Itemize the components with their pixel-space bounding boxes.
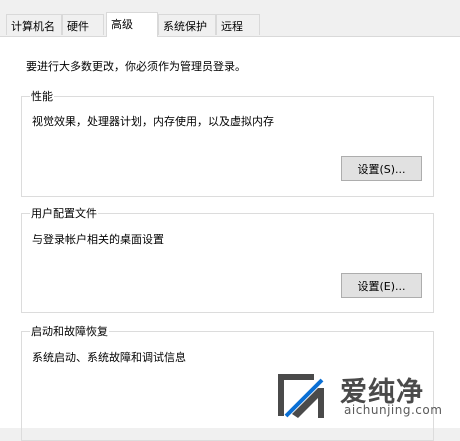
- startup-recovery-desc: 系统启动、系统故障和调试信息: [32, 351, 186, 364]
- performance-group: 性能 视觉效果，处理器计划，内存使用，以及虚拟内存 设置(S)...: [21, 88, 434, 197]
- tab-label: 硬件: [67, 20, 89, 33]
- performance-desc: 视觉效果，处理器计划，内存使用，以及虚拟内存: [32, 115, 274, 128]
- performance-settings-button[interactable]: 设置(S)...: [341, 156, 422, 181]
- user-profiles-desc: 与登录帐户相关的桌面设置: [32, 233, 164, 246]
- watermark-logo-icon: [278, 374, 324, 418]
- tab-label: 高级: [111, 18, 133, 31]
- watermark: 爱纯净 aichunjing.com: [274, 370, 458, 422]
- tab-advanced[interactable]: 高级: [106, 12, 158, 37]
- tab-remote[interactable]: 远程: [216, 14, 260, 35]
- tab-label: 计算机名: [11, 20, 55, 33]
- tab-label: 系统保护: [163, 20, 207, 33]
- tab-system-protection[interactable]: 系统保护: [158, 14, 216, 35]
- tab-hardware[interactable]: 硬件: [62, 14, 104, 35]
- admin-notice: 要进行大多数更改，你必须作为管理员登录。: [26, 60, 246, 73]
- performance-title: 性能: [30, 88, 54, 104]
- user-profiles-settings-button[interactable]: 设置(E)...: [341, 273, 422, 298]
- user-profiles-title: 用户配置文件: [30, 205, 98, 221]
- tab-label: 远程: [221, 20, 243, 33]
- startup-recovery-title: 启动和故障恢复: [30, 323, 109, 339]
- user-profiles-group: 用户配置文件 与登录帐户相关的桌面设置 设置(E)...: [21, 205, 434, 313]
- watermark-url: aichunjing.com: [344, 403, 443, 417]
- tab-computer-name[interactable]: 计算机名: [6, 14, 62, 35]
- tab-strip: 计算机名 硬件 高级 系统保护 远程: [0, 0, 460, 37]
